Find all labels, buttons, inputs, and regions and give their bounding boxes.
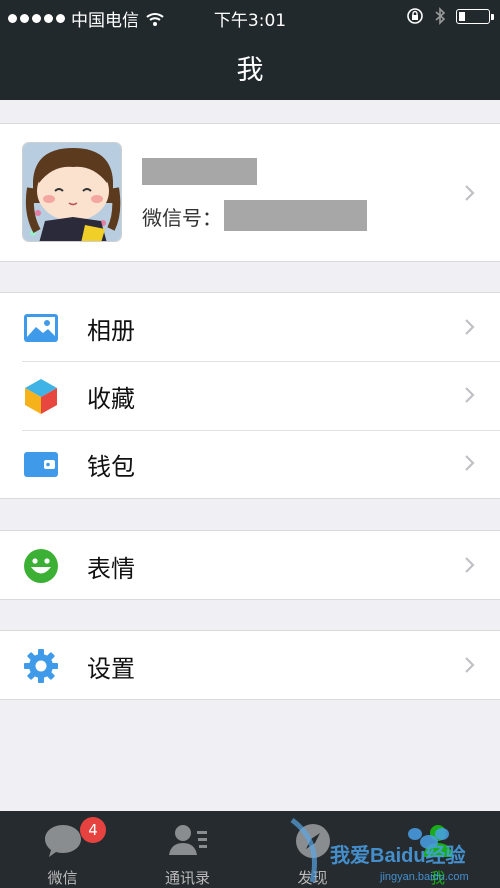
wechat-id-label: 微信号： [142, 206, 222, 230]
page-title: 我 [236, 55, 264, 86]
chevron-right-icon [465, 319, 475, 335]
contacts-icon [169, 825, 207, 855]
menu-item-album[interactable]: 相册 [0, 293, 500, 361]
menu-item-stickers[interactable]: 表情 [0, 531, 500, 599]
sticker-icon [24, 549, 58, 583]
nav-bar: 我 [0, 34, 500, 100]
chevron-right-icon [465, 557, 475, 573]
bluetooth-icon [435, 7, 446, 25]
menu-label-settings: 设置 [87, 655, 135, 683]
chevron-right-icon [465, 657, 475, 673]
tab-contacts[interactable]: 通讯录 [125, 811, 250, 888]
chevron-right-icon [465, 455, 475, 471]
rotation-lock-icon [407, 8, 423, 24]
menu-label-album: 相册 [87, 317, 135, 345]
status-right [406, 7, 494, 25]
menu-label-stickers: 表情 [87, 555, 135, 583]
chat-bubble-icon [45, 825, 81, 857]
tab-label-chats: 微信 [47, 869, 78, 887]
wallet-icon [24, 452, 58, 477]
unread-badge: 4 [80, 817, 106, 843]
menu-group-3: 设置 [0, 630, 500, 700]
menu-item-settings[interactable]: 设置 [0, 631, 500, 699]
watermark-brand: 我爱Baidu经验 [330, 843, 466, 867]
baidu-watermark-logo: 我爱Baidu经验 jingyan.baidu.com [290, 817, 469, 883]
favorites-icon [25, 379, 57, 414]
profile-card[interactable]: 微信号： [0, 123, 500, 262]
album-icon [24, 314, 58, 342]
menu-group-2: 表情 [0, 530, 500, 600]
menu-group-1: 相册 收藏 钱包 [0, 292, 500, 499]
avatar[interactable] [22, 142, 122, 242]
tab-label-contacts: 通讯录 [164, 869, 210, 887]
menu-item-favorites[interactable]: 收藏 [0, 361, 500, 429]
avatar-image [23, 143, 121, 241]
profile-name-redacted [142, 158, 257, 185]
chevron-right-icon [465, 387, 475, 403]
settings-icon [24, 649, 58, 683]
menu-label-wallet: 钱包 [87, 453, 135, 481]
chevron-right-icon [465, 185, 475, 201]
watermark-url: jingyan.baidu.com [379, 871, 469, 883]
menu-label-favorites: 收藏 [87, 385, 135, 413]
battery-icon [456, 8, 494, 24]
menu-item-wallet[interactable]: 钱包 [0, 429, 500, 497]
status-bar: 中国电信 下午3:01 [0, 0, 500, 34]
tab-chats[interactable]: 4 微信 [0, 811, 125, 888]
wechat-id-redacted [224, 200, 367, 231]
